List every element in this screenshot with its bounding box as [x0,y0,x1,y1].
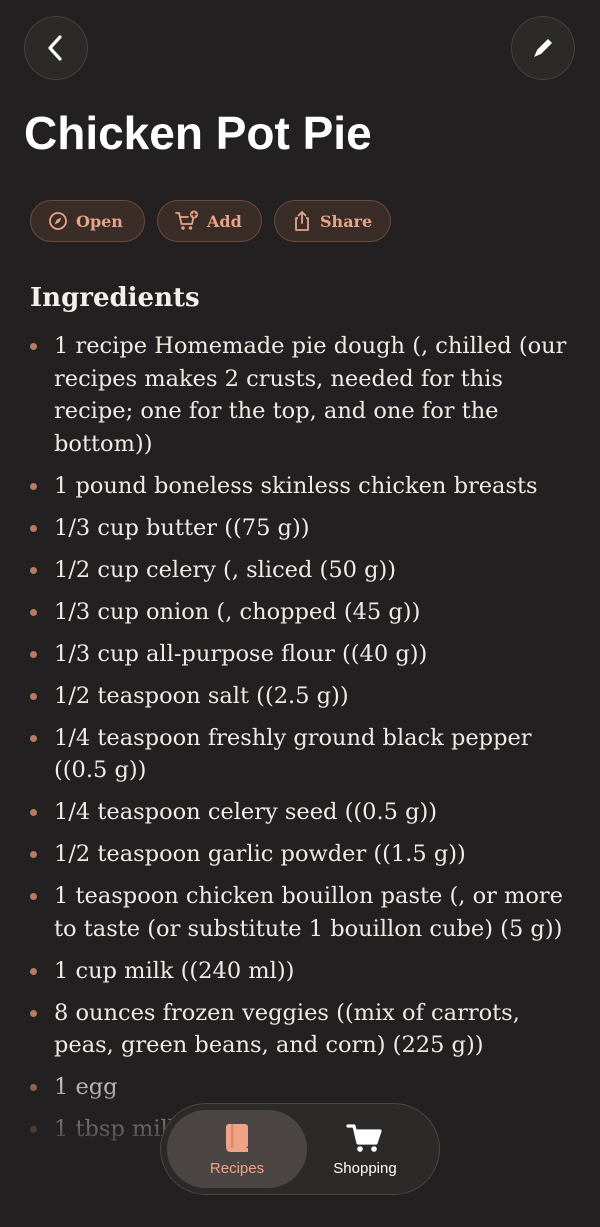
ingredient-item: 1/3 cup butter ((75 g)) [0,512,600,545]
pencil-icon [534,39,552,57]
add-label: Add [207,211,242,231]
cart-plus-icon [175,210,198,230]
tab-recipes-label: Recipes [209,1159,265,1177]
tab-bar: Recipes Shopping [160,1103,440,1195]
ingredient-item: 1/4 teaspoon celery seed ((0.5 g)) [0,796,600,829]
ingredient-item: 1 recipe Homemade pie dough (, chilled (… [0,330,600,460]
tab-recipes[interactable]: Recipes [167,1110,307,1188]
open-button[interactable]: Open [30,200,145,242]
share-label: Share [320,211,373,231]
compass-icon [49,212,67,230]
chevron-left-icon [48,35,62,61]
ingredient-item: 1 cup milk ((240 ml)) [0,955,600,988]
share-button[interactable]: Share [274,200,391,242]
ingredient-item: 1/2 cup celery (, sliced (50 g)) [0,554,600,587]
ingredient-item: 1/2 teaspoon garlic powder ((1.5 g)) [0,838,600,871]
recipe-actions: Open Add Share [0,200,600,244]
add-to-cart-button[interactable]: Add [157,200,262,242]
book-icon [226,1123,248,1152]
share-icon [295,211,309,231]
ingredients-heading: Ingredients [30,283,200,313]
ingredients-list: 1 recipe Homemade pie dough (, chilled (… [0,330,600,1155]
ingredient-item: 1 pound boneless skinless chicken breast… [0,470,600,503]
tab-shopping[interactable]: Shopping [295,1110,435,1188]
tab-shopping-label: Shopping [333,1159,397,1177]
ingredient-item: 1/2 teaspoon salt ((2.5 g)) [0,680,600,713]
back-button[interactable] [24,16,88,80]
ingredient-item: 1 egg [0,1071,600,1104]
open-label: Open [76,211,123,231]
edit-button[interactable] [511,16,575,80]
ingredient-item: 1/4 teaspoon freshly ground black pepper… [0,722,600,787]
ingredient-item: 1/3 cup all-purpose flour ((40 g)) [0,638,600,671]
recipe-title: Chicken Pot Pie [24,107,372,159]
ingredient-item: 1/3 cup onion (, chopped (45 g)) [0,596,600,629]
ingredient-item: 8 ounces frozen veggies ((mix of carrots… [0,997,600,1062]
cart-icon [346,1123,382,1152]
ingredient-item: 1 teaspoon chicken bouillon paste (, or … [0,880,600,945]
